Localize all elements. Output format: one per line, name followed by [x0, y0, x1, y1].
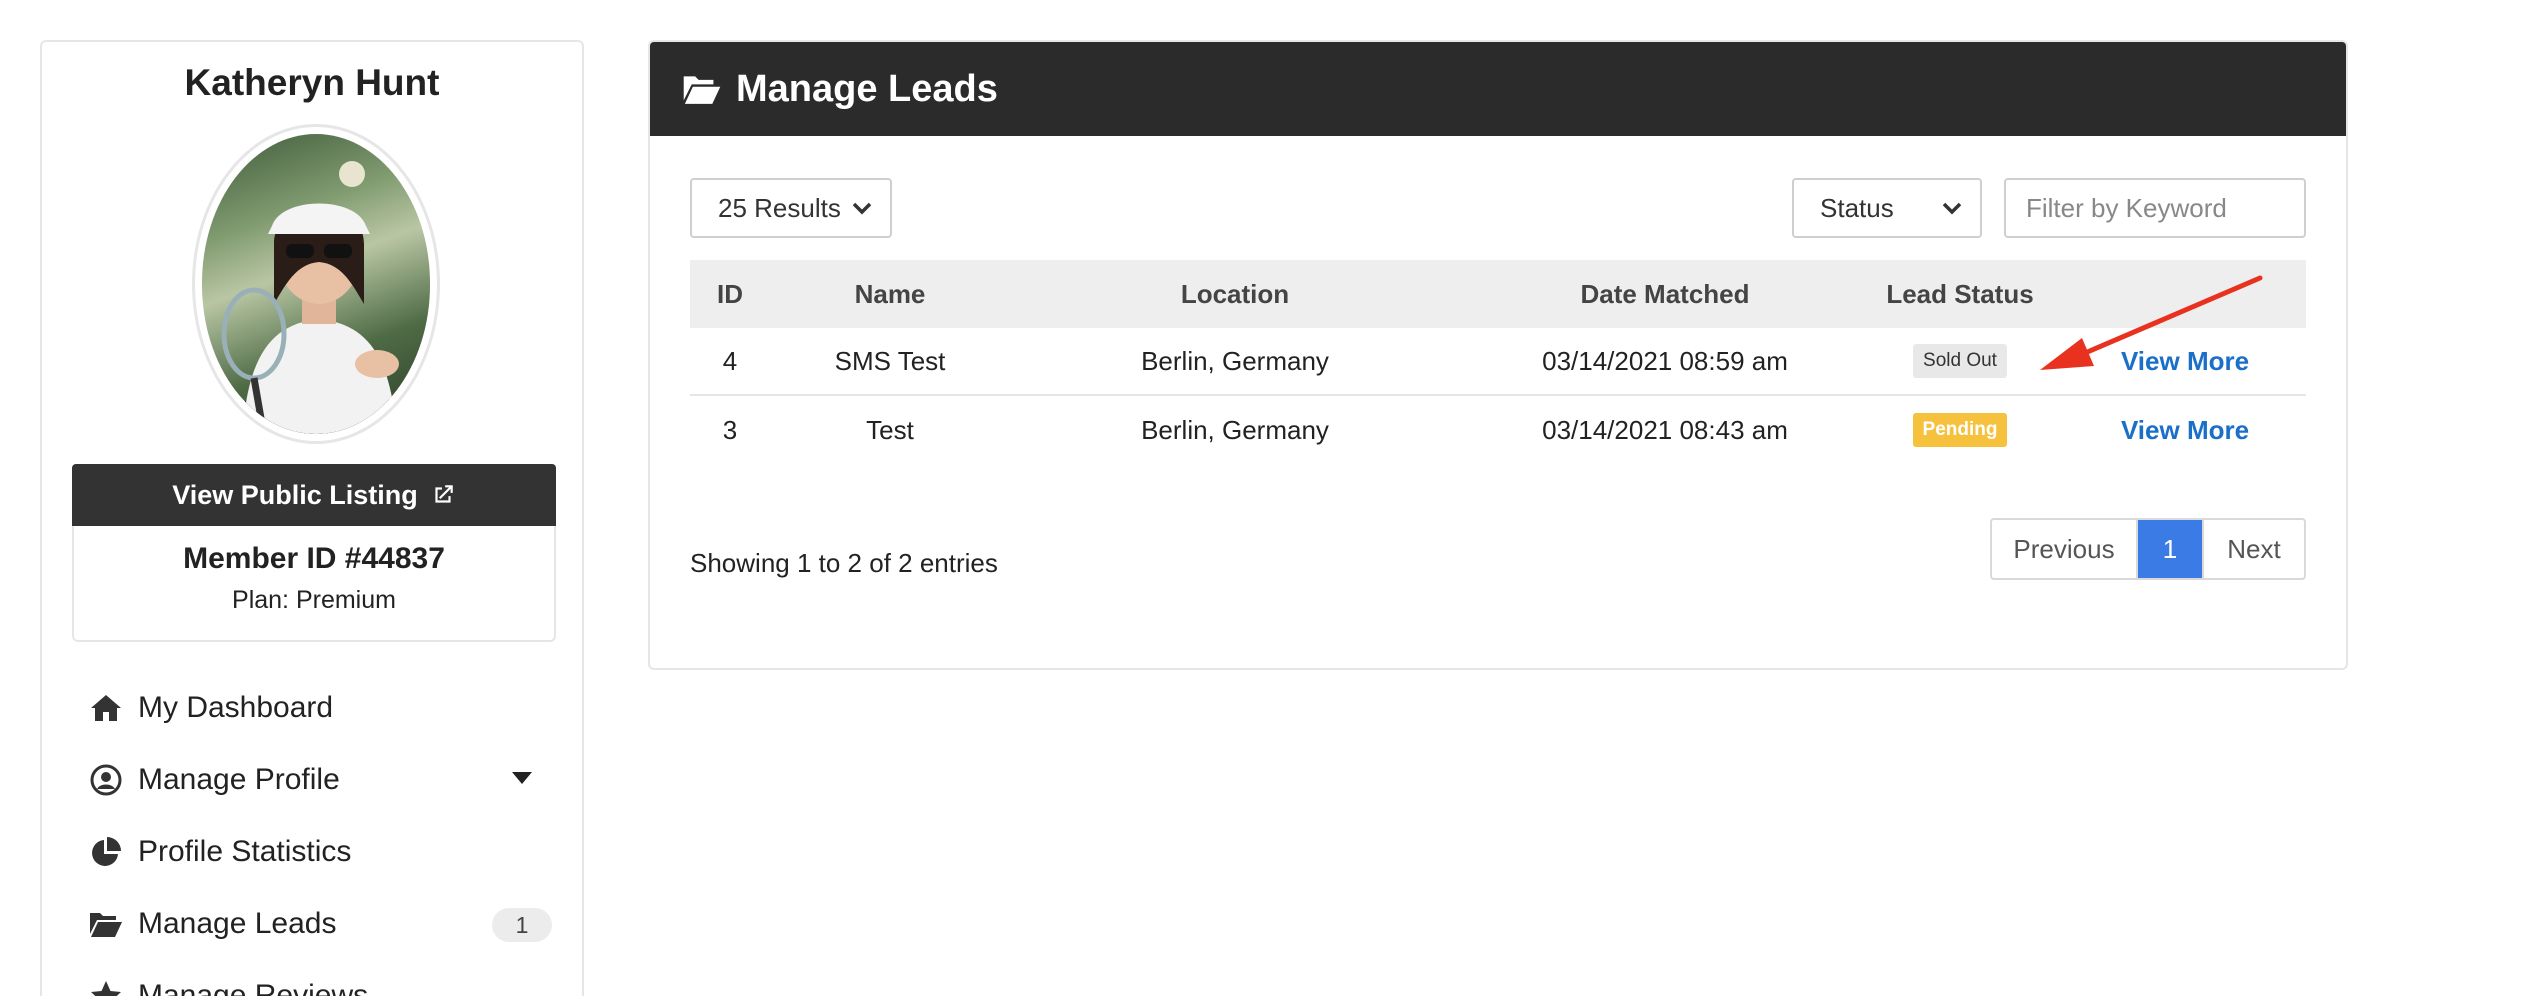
lead-status-cell: Pending: [1860, 396, 2060, 464]
pagination-previous-button[interactable]: Previous: [1992, 520, 2138, 578]
chevron-down-icon: [1942, 202, 1962, 215]
star-icon: [88, 978, 124, 996]
chevron-down-icon[interactable]: [512, 772, 532, 784]
lead-action-cell: View More: [2090, 396, 2280, 464]
folder-open-icon: [683, 76, 721, 104]
view-more-link[interactable]: View More: [2121, 415, 2249, 446]
pagination-page-button[interactable]: 1: [2138, 520, 2202, 578]
lead-date-matched: 03/14/2021 08:43 am: [1542, 414, 1788, 445]
lead-location: Berlin, Germany: [1141, 345, 1329, 376]
home-icon: [88, 690, 124, 726]
sidebar-item-label: My Dashboard: [138, 691, 334, 724]
pagination-next-button[interactable]: Next: [2202, 520, 2304, 578]
results-per-page-select[interactable]: 25 Results: [690, 178, 892, 238]
sidebar-item-manage-profile[interactable]: Manage Profile: [42, 744, 582, 816]
avatar-person-illustration: [221, 161, 409, 434]
column-header-id[interactable]: ID: [690, 260, 770, 328]
sidebar-item-label: Manage Leads: [138, 907, 337, 940]
leads-count-badge: 1: [492, 908, 552, 942]
member-id: Member ID #44837: [183, 542, 445, 575]
view-public-listing-label: View Public Listing: [172, 479, 418, 510]
page-title: Manage Leads: [736, 67, 998, 110]
results-per-page-value: 25 Results: [718, 192, 841, 223]
lead-name: Test: [866, 414, 914, 445]
sidebar-item-label: Manage Profile: [138, 763, 340, 796]
status-filter-value: Status: [1820, 192, 1894, 223]
external-link-icon: [435, 485, 453, 503]
sidebar-item-label: Profile Statistics: [138, 835, 352, 868]
pagination: Previous 1 Next: [1990, 518, 2306, 580]
sidebar: Katheryn Hunt View Public Listing Member…: [40, 40, 584, 996]
keyword-filter-input[interactable]: [2004, 178, 2306, 238]
avatar: [192, 124, 440, 444]
folder-open-icon: [88, 906, 124, 942]
lead-date-matched: 03/14/2021 08:59 am: [1542, 345, 1788, 376]
status-badge: Pending: [1912, 413, 2008, 447]
status-filter-select[interactable]: Status: [1792, 178, 1982, 238]
sidebar-item-profile-statistics[interactable]: Profile Statistics: [42, 816, 582, 888]
sidebar-item-my-dashboard[interactable]: My Dashboard: [42, 672, 582, 744]
lead-location: Berlin, Germany: [1141, 414, 1329, 445]
chevron-down-icon: [852, 202, 872, 215]
pie-chart-icon: [88, 834, 124, 870]
sidebar-item-label: Manage Reviews: [138, 979, 369, 996]
sidebar-item-manage-reviews[interactable]: Manage Reviews: [42, 960, 582, 996]
table-row: 3 Test Berlin, Germany 03/14/2021 08:43 …: [690, 396, 2306, 464]
table-info-text: Showing 1 to 2 of 2 entries: [690, 548, 998, 578]
avatar-photo: [202, 134, 430, 434]
sidebar-nav: My Dashboard Manage Profile Profile Stat…: [42, 672, 582, 996]
column-header-name[interactable]: Name: [810, 260, 970, 328]
lead-id: 4: [722, 345, 738, 376]
sidebar-item-manage-leads[interactable]: Manage Leads 1: [42, 888, 582, 960]
panel-header: Manage Leads: [650, 42, 2346, 136]
user-circle-icon: [88, 762, 124, 798]
member-plan: Plan: Premium: [232, 586, 396, 614]
column-header-location[interactable]: Location: [1090, 260, 1380, 328]
view-public-listing-button[interactable]: View Public Listing: [72, 464, 556, 526]
annotation-arrow-icon: [2040, 275, 2263, 370]
profile-name: Katheryn Hunt: [184, 62, 440, 103]
column-header-date-matched[interactable]: Date Matched: [1500, 260, 1830, 328]
status-badge: Sold Out: [1913, 344, 2007, 378]
lead-name: SMS Test: [834, 345, 946, 376]
member-info: Member ID #44837 Plan: Premium: [72, 526, 556, 642]
lead-id: 3: [722, 414, 738, 445]
